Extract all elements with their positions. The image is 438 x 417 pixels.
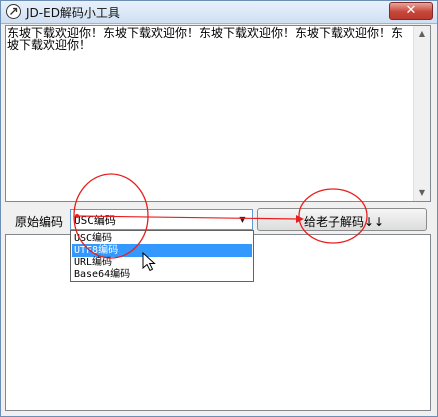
annotation-dot [75,214,79,218]
annotation-overlay [73,173,368,259]
annotation-arrow-line [75,215,299,220]
mouse-pointer-icon [142,251,156,276]
annotation-circle [298,188,368,244]
